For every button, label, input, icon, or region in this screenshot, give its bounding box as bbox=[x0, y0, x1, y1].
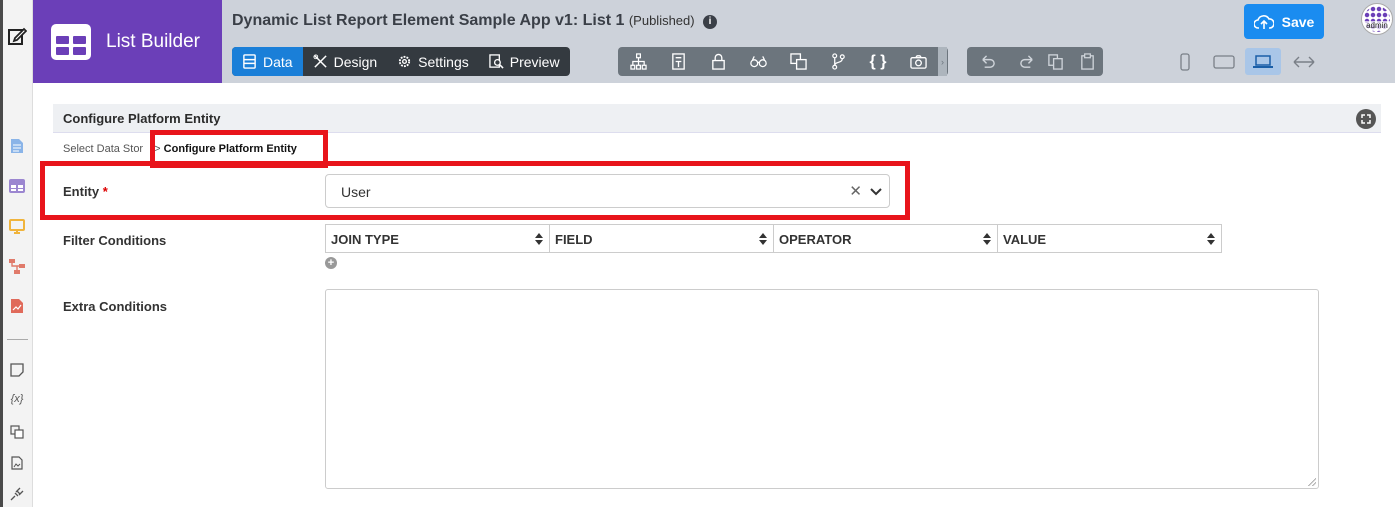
sort-icon bbox=[983, 233, 991, 245]
resize-handle[interactable] bbox=[1308, 478, 1316, 486]
design-tools-icon bbox=[313, 54, 327, 68]
preview-icon bbox=[489, 54, 504, 69]
filter-conditions-label: Filter Conditions bbox=[63, 233, 167, 248]
add-row-icon[interactable]: + bbox=[325, 257, 337, 269]
list-grid-icon[interactable] bbox=[9, 178, 25, 194]
laptop-icon[interactable] bbox=[1245, 48, 1281, 75]
column-header-label: FIELD bbox=[555, 232, 593, 247]
tools-group: { } › bbox=[618, 47, 948, 76]
tab-settings[interactable]: Settings bbox=[387, 47, 479, 76]
tab-settings-label: Settings bbox=[418, 53, 469, 70]
document-icon[interactable] bbox=[9, 138, 25, 154]
variable-icon[interactable]: {x} bbox=[6, 391, 28, 407]
sort-icon bbox=[759, 233, 767, 245]
app-title: Dynamic List Report Element Sample App v… bbox=[232, 12, 718, 30]
form-icon[interactable] bbox=[658, 47, 698, 76]
tab-data[interactable]: Data bbox=[232, 47, 303, 76]
brand-panel: List Builder bbox=[33, 0, 222, 83]
branch-icon[interactable] bbox=[818, 47, 858, 76]
undo-icon[interactable] bbox=[967, 47, 1007, 76]
tab-preview[interactable]: Preview bbox=[479, 47, 570, 76]
save-button[interactable]: Save bbox=[1244, 4, 1324, 39]
extra-conditions-label: Extra Conditions bbox=[63, 299, 168, 314]
report-icon[interactable] bbox=[9, 298, 25, 314]
monitor-icon[interactable] bbox=[9, 218, 25, 234]
panel-header: Configure Platform Entity bbox=[53, 104, 1381, 133]
history-group bbox=[967, 47, 1047, 76]
sort-icon bbox=[1207, 233, 1215, 245]
gear-icon bbox=[399, 55, 411, 68]
edit-icon[interactable] bbox=[7, 26, 27, 46]
sidebar-edge bbox=[0, 0, 3, 507]
workflow-icon[interactable] bbox=[9, 258, 25, 274]
extra-conditions-textarea[interactable] bbox=[325, 289, 1319, 489]
column-header-field[interactable]: FIELD bbox=[550, 225, 774, 252]
column-header-label: VALUE bbox=[1003, 232, 1047, 247]
save-label: Save bbox=[1281, 13, 1315, 30]
sidebar-divider bbox=[7, 339, 28, 340]
binoculars-icon[interactable] bbox=[738, 47, 778, 76]
translate-icon[interactable] bbox=[9, 424, 25, 440]
cloud-upload-icon bbox=[1253, 14, 1274, 29]
info-icon[interactable]: i bbox=[703, 15, 718, 29]
translate-icon[interactable] bbox=[778, 47, 818, 76]
breadcrumb-prev[interactable]: Select Data Stor bbox=[63, 143, 143, 155]
column-header-label: JOIN TYPE bbox=[331, 232, 399, 247]
column-header-operator[interactable]: OPERATOR bbox=[774, 225, 998, 252]
file-image-icon[interactable] bbox=[9, 455, 25, 471]
sort-icon bbox=[535, 233, 543, 245]
table-icon bbox=[243, 54, 256, 69]
top-toolbar: Dynamic List Report Element Sample App v… bbox=[222, 0, 1395, 83]
copy-icon[interactable] bbox=[1039, 47, 1071, 76]
column-header-value[interactable]: VALUE bbox=[998, 225, 1221, 252]
phone-icon[interactable] bbox=[1167, 48, 1203, 75]
highlight-entity-row bbox=[40, 161, 910, 220]
lock-icon[interactable] bbox=[698, 47, 738, 76]
expand-horizontal-icon[interactable] bbox=[1286, 48, 1322, 75]
brand-title: List Builder bbox=[106, 30, 200, 52]
camera-icon[interactable] bbox=[898, 47, 938, 76]
note-icon[interactable] bbox=[9, 362, 25, 378]
tablet-icon[interactable] bbox=[1206, 48, 1242, 75]
app-title-text: Dynamic List Report Element Sample App v… bbox=[232, 12, 625, 29]
column-header-join-type[interactable]: JOIN TYPE bbox=[326, 225, 550, 252]
tab-design-label: Design bbox=[333, 53, 378, 70]
list-builder-logo-icon bbox=[51, 23, 91, 60]
mode-tabs: Data Design Settings Preview bbox=[232, 47, 570, 76]
avatar-username: admin bbox=[1362, 21, 1392, 30]
left-sidebar: {x} bbox=[0, 0, 33, 507]
tab-data-label: Data bbox=[263, 53, 293, 70]
avatar[interactable]: admin bbox=[1361, 3, 1393, 35]
clipboard-group bbox=[1039, 47, 1103, 76]
panel-title: Configure Platform Entity bbox=[63, 111, 221, 126]
tab-design[interactable]: Design bbox=[303, 47, 388, 76]
filter-conditions-table: JOIN TYPE FIELD OPERATOR VALUE bbox=[325, 224, 1222, 253]
paste-icon[interactable] bbox=[1071, 47, 1103, 76]
fullscreen-icon[interactable] bbox=[1356, 109, 1376, 129]
sitemap-icon[interactable] bbox=[618, 47, 658, 76]
braces-icon[interactable]: { } bbox=[858, 47, 898, 76]
toolbar-scroll-right[interactable]: › bbox=[938, 47, 947, 76]
publish-status: (Published) bbox=[628, 13, 695, 28]
plug-icon[interactable] bbox=[9, 486, 25, 502]
column-header-label: OPERATOR bbox=[779, 232, 852, 247]
tab-preview-label: Preview bbox=[509, 53, 560, 70]
